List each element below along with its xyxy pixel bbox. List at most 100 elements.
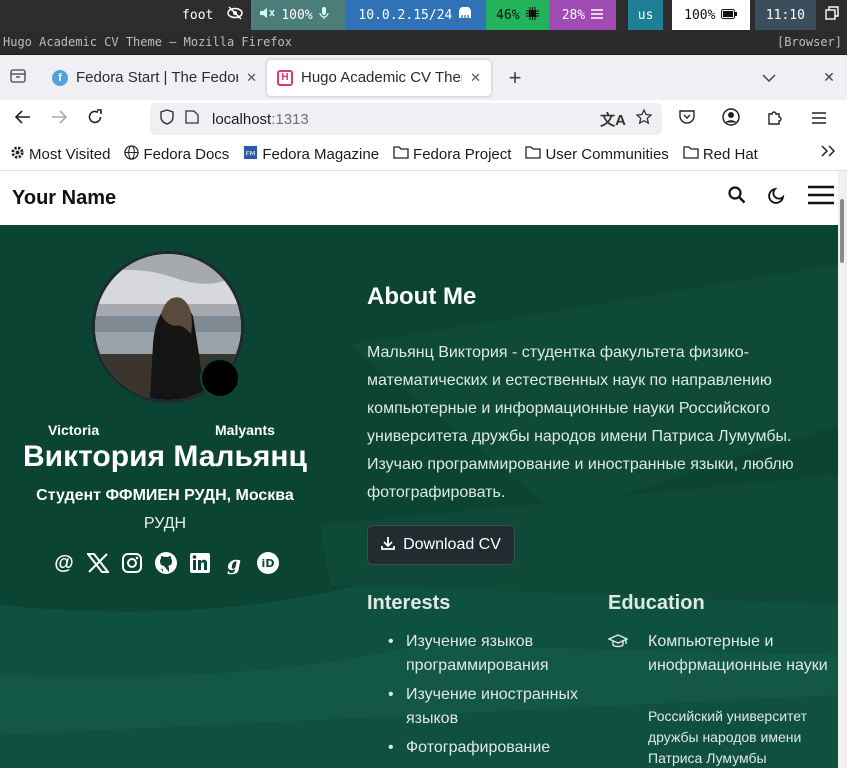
moon-icon[interactable] xyxy=(768,186,786,209)
bookmark-fedora-project[interactable]: Fedora Project xyxy=(393,145,511,163)
clock[interactable]: 11:10 xyxy=(754,0,817,30)
tab-hugo-academic[interactable]: H Hugo Academic CV Theme ✕ xyxy=(267,59,491,96)
app-menu-button[interactable] xyxy=(801,103,837,135)
eye-off-icon xyxy=(227,6,244,24)
tab-strip: f Fedora Start | The Fedora ✕ H Hugo Aca… xyxy=(0,55,847,100)
bookmark-red-hat[interactable]: Red Hat xyxy=(683,145,758,163)
folder-icon xyxy=(393,145,409,163)
muted-speaker-icon xyxy=(259,6,275,24)
account-button[interactable] xyxy=(713,103,749,135)
windows-icon xyxy=(824,6,839,24)
cpu-chip-icon xyxy=(525,6,539,24)
instagram-icon[interactable] xyxy=(120,551,144,575)
folder-icon xyxy=(683,145,699,163)
avatar-status-badge xyxy=(200,358,240,398)
new-tab-button[interactable]: + xyxy=(495,60,535,96)
close-tab-icon[interactable]: ✕ xyxy=(470,70,481,86)
bookmark-user-communities[interactable]: User Communities xyxy=(525,145,669,163)
microphone-icon xyxy=(319,6,329,24)
bookmark-fedora-docs[interactable]: Fedora Docs xyxy=(124,144,230,164)
bookmark-most-visited[interactable]: Most Visited xyxy=(10,145,110,164)
url-port: :1313 xyxy=(271,110,309,128)
puzzle-icon xyxy=(767,109,783,130)
tab-label: Hugo Academic CV Theme xyxy=(301,69,462,86)
keyboard-layout[interactable]: us xyxy=(628,0,664,30)
close-window-button[interactable]: ✕ xyxy=(811,60,847,96)
battery-icon xyxy=(721,8,738,23)
email-icon[interactable]: @ xyxy=(52,551,76,575)
linkedin-icon[interactable] xyxy=(188,551,212,575)
chevron-double-right-icon[interactable] xyxy=(821,144,836,162)
back-button[interactable] xyxy=(5,103,41,135)
tab-label: Fedora Start | The Fedora xyxy=(76,69,239,86)
forward-button[interactable] xyxy=(41,103,77,135)
interests-heading: Interests xyxy=(367,592,451,614)
address-bar[interactable]: localhost:1313 文A xyxy=(150,103,662,135)
site-brand[interactable]: Your Name xyxy=(12,187,116,210)
download-cv-button[interactable]: Download CV xyxy=(367,525,515,565)
navigation-toolbar: localhost:1313 文A xyxy=(0,100,847,138)
shield-icon[interactable] xyxy=(160,109,174,129)
pocket-icon xyxy=(679,109,695,129)
x-icon[interactable] xyxy=(86,551,110,575)
hamburger-menu-icon xyxy=(812,109,826,129)
hero-section: Victoria Malyants Виктория Мальянц Студе… xyxy=(0,225,838,768)
focused-app-name: foot xyxy=(182,7,214,23)
battery-indicator[interactable]: 100% xyxy=(672,0,750,30)
tab-fedora-start[interactable]: f Fedora Start | The Fedora ✕ xyxy=(42,60,267,96)
gear-icon xyxy=(10,145,25,164)
social-links: @ g iD xyxy=(52,551,280,575)
firefox-view-button[interactable] xyxy=(0,60,36,96)
firefox-view-icon xyxy=(10,68,26,87)
svg-text:iD: iD xyxy=(262,557,275,570)
globe-icon xyxy=(124,144,140,164)
star-icon[interactable] xyxy=(635,107,653,130)
fedora-favicon-icon: f xyxy=(52,69,68,86)
profile-organization[interactable]: РУДН xyxy=(0,515,330,533)
arrow-left-icon xyxy=(14,109,31,129)
translate-icon[interactable]: 文A xyxy=(600,109,626,130)
window-switcher[interactable] xyxy=(816,0,847,30)
google-scholar-icon[interactable]: g xyxy=(222,551,246,575)
network-indicator[interactable]: 10.0.2.15/24 xyxy=(344,0,486,30)
scrollbar-thumb[interactable] xyxy=(840,199,844,263)
bookmark-label: Most Visited xyxy=(29,145,111,163)
list-item: Изучение языков программирования xyxy=(386,630,596,678)
extensions-button[interactable] xyxy=(757,103,793,135)
page-scrollbar[interactable] xyxy=(838,171,847,768)
last-name: Malyants xyxy=(215,422,275,438)
close-tab-icon[interactable]: ✕ xyxy=(246,70,257,86)
volume-value: 100% xyxy=(281,7,313,23)
reload-button[interactable] xyxy=(77,103,113,135)
about-heading: About Me xyxy=(367,283,477,310)
bookmark-label: Fedora Magazine xyxy=(262,145,380,163)
arrow-right-icon xyxy=(51,109,68,129)
chevron-down-icon xyxy=(762,69,776,86)
memory-bars-icon xyxy=(591,8,604,23)
cpu-value: 46% xyxy=(496,7,520,23)
github-icon[interactable] xyxy=(154,551,178,575)
site-header: Your Name xyxy=(0,171,838,225)
volume-indicator[interactable]: 100% xyxy=(251,0,345,30)
window-mode: [Browser] xyxy=(776,35,842,49)
cpu-indicator[interactable]: 46% xyxy=(485,0,549,30)
hamburger-menu-icon[interactable] xyxy=(808,185,834,210)
list-tabs-button[interactable] xyxy=(751,60,787,96)
memory-indicator[interactable]: 28% xyxy=(548,0,617,30)
close-icon: ✕ xyxy=(823,69,835,85)
web-page: Your Name Victoria Malyants Виктория Мал… xyxy=(0,171,838,768)
download-cv-label: Download CV xyxy=(403,536,501,553)
url-host: localhost xyxy=(212,110,272,128)
bookmark-fedora-magazine[interactable]: FM Fedora Magazine xyxy=(243,145,379,164)
profile-fullname: Виктория Мальянц xyxy=(23,440,307,473)
education-heading: Education xyxy=(608,592,705,614)
pocket-button[interactable] xyxy=(669,103,705,135)
account-icon xyxy=(722,107,740,131)
page-info-icon[interactable] xyxy=(184,109,200,129)
search-icon[interactable] xyxy=(728,186,746,209)
bar-spacer xyxy=(616,0,629,30)
hugo-favicon-icon: H xyxy=(277,69,293,86)
orcid-icon[interactable]: iD xyxy=(256,551,280,575)
bookmark-label: Fedora Docs xyxy=(143,145,230,163)
education-course: Компьютерные и инофрмационные науки xyxy=(648,633,828,674)
